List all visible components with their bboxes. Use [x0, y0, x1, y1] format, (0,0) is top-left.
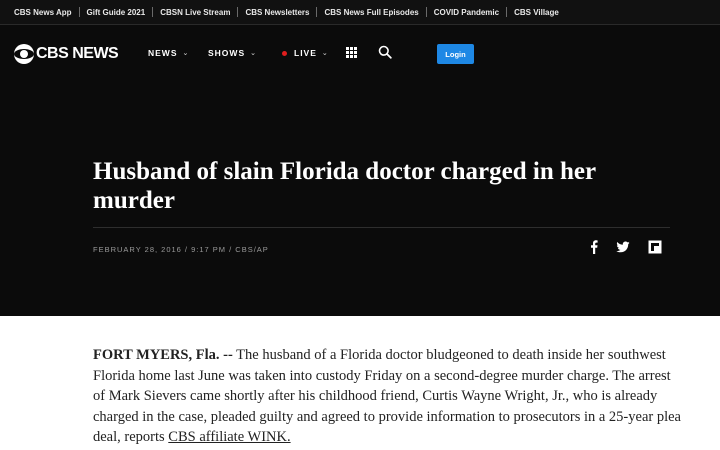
cbs-eye-icon — [14, 44, 34, 64]
topbar-divider — [316, 7, 318, 17]
affiliate-link[interactable]: CBS affiliate WINK. — [168, 429, 290, 445]
top-utility-bar: CBS News App Gift Guide 2021 CBSN Live S… — [0, 0, 720, 25]
topbar-link-cbs-news-app[interactable]: CBS News App — [14, 8, 72, 17]
nav-item-label: LIVE — [294, 48, 317, 58]
logo-wordmark: CBS NEWS — [36, 45, 119, 62]
nav-item-label: NEWS — [148, 48, 178, 58]
facebook-icon[interactable] — [587, 240, 601, 254]
article-dateline: FEBRUARY 28, 2016 / 9:17 PM / CBS/AP — [93, 245, 269, 254]
nav-item-live[interactable]: LIVE ⌄ — [282, 48, 329, 58]
nav-item-label: SHOWS — [208, 48, 246, 58]
live-dot-icon — [282, 50, 287, 56]
apps-grid-icon[interactable] — [346, 47, 357, 58]
nav-item-news[interactable]: NEWS ⌄ — [148, 48, 189, 58]
login-button[interactable]: Login — [437, 44, 474, 64]
flipboard-icon[interactable] — [648, 240, 662, 254]
topbar-link-newsletters[interactable]: CBS Newsletters — [245, 8, 309, 17]
search-icon[interactable] — [378, 45, 392, 59]
nav-item-shows[interactable]: SHOWS ⌄ — [208, 48, 257, 58]
chevron-down-icon: ⌄ — [321, 50, 329, 57]
topbar-divider — [237, 7, 239, 17]
twitter-icon[interactable] — [616, 240, 630, 254]
topbar-link-gift-guide[interactable]: Gift Guide 2021 — [87, 8, 146, 17]
cbs-news-logo[interactable]: CBS NEWS — [14, 44, 119, 64]
main-navbar: CBS NEWS NEWS ⌄ SHOWS ⌄ LIVE ⌄ Login — [0, 25, 720, 83]
article-body: FORT MYERS, Fla. -- The husband of a Flo… — [93, 345, 683, 448]
topbar-divider — [425, 7, 427, 17]
topbar-divider — [78, 7, 80, 17]
topbar-divider — [152, 7, 154, 17]
topbar-link-covid[interactable]: COVID Pandemic — [434, 8, 499, 17]
topbar-divider — [506, 7, 508, 17]
article-headline: Husband of slain Florida doctor charged … — [93, 158, 596, 214]
header-divider — [93, 227, 670, 228]
chevron-down-icon: ⌄ — [182, 50, 190, 57]
article-place: FORT MYERS, Fla. -- — [93, 347, 233, 363]
topbar-link-cbsn-live[interactable]: CBSN Live Stream — [160, 8, 230, 17]
article-header: Husband of slain Florida doctor charged … — [0, 83, 720, 316]
chevron-down-icon: ⌄ — [250, 50, 257, 57]
topbar-link-full-episodes[interactable]: CBS News Full Episodes — [324, 8, 418, 17]
topbar-link-cbs-village[interactable]: CBS Village — [514, 8, 559, 17]
